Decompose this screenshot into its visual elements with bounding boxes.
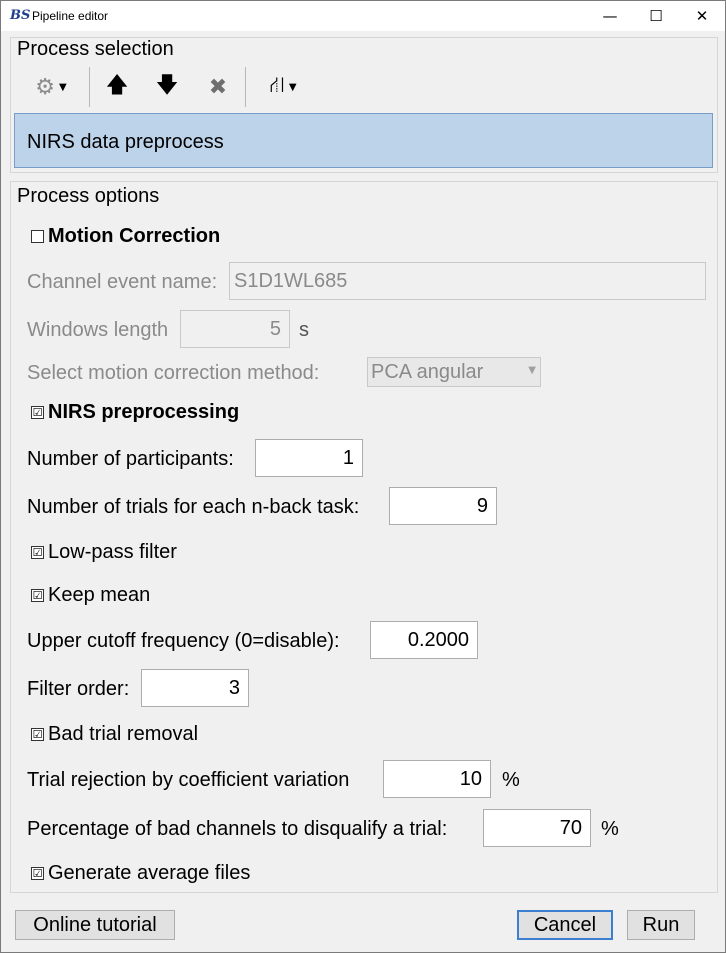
filter-order-field[interactable]: 3 [141,669,249,707]
selected-process-label: NIRS data preprocess [27,131,224,153]
low-pass-filter-checkbox[interactable]: ☑ [31,546,44,559]
delete-icon: ✖ [208,74,228,100]
motion-method-label: Select motion correction method: [27,362,320,384]
upper-cutoff-label: Upper cutoff frequency (0=disable): [27,630,340,652]
online-tutorial-button[interactable]: Online tutorial [15,910,175,940]
minimize-button[interactable]: — [587,1,633,31]
maximize-button[interactable]: ☐ [633,1,679,31]
chevron-down-icon: ▼ [288,81,297,93]
bad-trial-removal-checkbox[interactable]: ☑ [31,728,44,741]
arrow-up-icon: 🡅 [105,73,129,98]
num-participants-field[interactable]: 1 [255,439,363,477]
num-trials-label: Number of trials for each n-back task: [27,496,360,518]
run-button[interactable]: Run [627,910,695,940]
low-pass-filter-label: Low-pass filter [48,541,177,563]
bad-channels-field[interactable]: 70 [483,809,591,847]
motion-correction-checkbox[interactable] [31,230,44,243]
trial-rejection-unit: % [502,769,520,791]
generate-average-checkbox[interactable]: ☑ [31,867,44,880]
chevron-down-icon: ▼ [59,81,67,93]
motion-method-value: PCA angular [371,361,484,383]
bad-trial-removal-label: Bad trial removal [48,723,199,745]
windows-length-field[interactable]: 5 [180,310,290,348]
brainstorm-app-icon: BS [10,8,31,23]
num-participants-label: Number of participants: [27,448,234,470]
trial-rejection-field[interactable]: 10 [383,760,491,798]
num-trials-field[interactable]: 9 [389,487,497,525]
pipeline-icon: ⛙ [269,73,285,98]
arrow-down-icon: 🡇 [155,73,179,98]
motion-correction-label: Motion Correction [48,225,221,247]
gear-menu-button[interactable]: ⚙ ▼ [25,65,77,109]
pipeline-editor-window: BS Pipeline editor — ☐ ✕ Process selecti… [0,0,726,953]
keep-mean-checkbox[interactable]: ☑ [31,589,44,602]
bad-channels-label: Percentage of bad channels to disqualify… [27,818,448,840]
move-up-button[interactable]: 🡅 [99,65,135,109]
gear-icon: ⚙ [35,74,56,100]
channel-event-name-label: Channel event name: [27,271,218,293]
generate-average-label: Generate average files [48,862,251,884]
filter-order-label: Filter order: [27,678,130,700]
motion-method-select[interactable]: PCA angular ▼ [367,357,541,387]
process-selection-title: Process selection [17,38,174,60]
nirs-preprocessing-checkbox[interactable]: ☑ [31,406,44,419]
title-bar: BS Pipeline editor — ☐ ✕ [1,1,725,31]
windows-length-unit: s [299,319,309,341]
toolbar-separator [245,67,246,107]
keep-mean-label: Keep mean [48,584,151,606]
cancel-button[interactable]: Cancel [517,910,613,940]
toolbar-separator [89,67,90,107]
delete-process-button[interactable]: ✖ [199,65,237,109]
move-down-button[interactable]: 🡇 [149,65,185,109]
upper-cutoff-field[interactable]: 0.2000 [370,621,478,659]
nirs-preprocessing-label: NIRS preprocessing [48,401,240,423]
window-title: Pipeline editor [32,9,109,23]
bad-channels-unit: % [601,818,619,840]
windows-length-label: Windows length [27,319,169,341]
trial-rejection-label: Trial rejection by coefficient variation [27,769,350,791]
pipeline-menu-button[interactable]: ⛙ ▼ [255,65,311,109]
process-options-title: Process options [17,185,160,207]
close-button[interactable]: ✕ [679,1,725,31]
selected-process-item[interactable]: NIRS data preprocess [14,113,713,168]
channel-event-name-field[interactable]: S1D1WL685 [229,262,706,300]
chevron-down-icon: ▼ [528,365,536,376]
